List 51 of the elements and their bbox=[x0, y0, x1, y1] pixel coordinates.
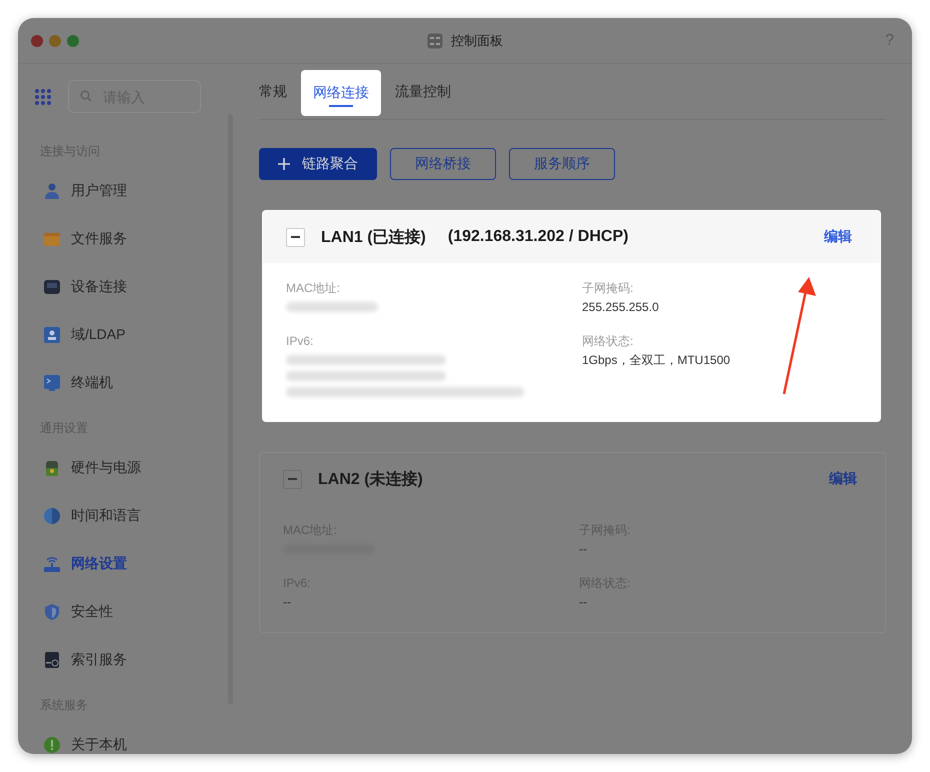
monitor-icon bbox=[43, 374, 61, 392]
sidebar-item[interactable]: 关于本机 bbox=[40, 721, 219, 754]
document-icon bbox=[43, 651, 61, 669]
tab[interactable]: 网络连接 bbox=[301, 70, 381, 116]
apps-grid-icon[interactable] bbox=[34, 88, 52, 106]
field-label: 网络状态: bbox=[582, 333, 634, 350]
toolbar-button[interactable]: 网络桥接 bbox=[390, 148, 496, 180]
user-icon bbox=[43, 182, 61, 200]
maximize-button[interactable] bbox=[67, 34, 79, 46]
sidebar-item[interactable]: 域/LDAP bbox=[40, 311, 219, 359]
toolbar-button[interactable]: 服务顺序 bbox=[509, 148, 615, 180]
sidebar-item[interactable]: 索引服务 bbox=[40, 636, 219, 684]
sidebar-item[interactable]: 文件服务 bbox=[40, 215, 219, 263]
field-value: -- bbox=[283, 594, 292, 611]
router-icon bbox=[43, 555, 61, 573]
field-value: -- bbox=[579, 594, 588, 611]
interface-name: LAN1 (已连接) bbox=[321, 227, 426, 248]
globe-icon bbox=[43, 507, 61, 525]
collapse-toggle[interactable] bbox=[283, 470, 302, 488]
info-icon bbox=[43, 736, 61, 754]
interface-name: LAN2 (未连接) bbox=[318, 469, 423, 490]
field-value: 1Gbps，全双工，MTU1500 bbox=[582, 352, 732, 369]
edit-link[interactable]: 编辑 bbox=[824, 228, 852, 246]
id-card-icon bbox=[43, 326, 61, 344]
sidebar-item[interactable]: 硬件与电源 bbox=[40, 444, 219, 492]
minimize-button[interactable] bbox=[49, 34, 61, 46]
field-value: -- bbox=[579, 541, 588, 558]
field-label: 子网掩码: bbox=[582, 280, 634, 297]
sidebar-item[interactable]: 用户管理 bbox=[40, 167, 219, 215]
close-button[interactable] bbox=[31, 34, 43, 46]
add-button[interactable]: 链路聚合 bbox=[259, 148, 377, 180]
sidebar-item[interactable]: 安全性 bbox=[40, 588, 219, 636]
battery-icon bbox=[43, 459, 61, 477]
interface-address: (192.168.31.202 / DHCP) bbox=[448, 228, 628, 246]
chip-icon bbox=[43, 278, 61, 296]
field-label: MAC地址: bbox=[286, 280, 341, 297]
sidebar-item[interactable]: 终端机 bbox=[40, 359, 219, 407]
tab[interactable]: 流量控制 bbox=[395, 68, 451, 114]
tab[interactable]: 常规 bbox=[259, 68, 287, 114]
window-title: 控制面板 bbox=[451, 32, 503, 50]
plus-icon bbox=[278, 158, 290, 170]
control-panel-icon bbox=[427, 32, 443, 48]
shield-icon bbox=[43, 603, 61, 621]
sidebar-item[interactable]: 网络设置 bbox=[40, 540, 219, 588]
sidebar-item[interactable]: 时间和语言 bbox=[40, 492, 219, 540]
folder-icon bbox=[43, 230, 61, 248]
sidebar-item[interactable]: 设备连接 bbox=[40, 263, 219, 311]
search-icon bbox=[80, 90, 92, 102]
edit-link[interactable]: 编辑 bbox=[829, 470, 857, 488]
field-label: IPv6: bbox=[286, 333, 314, 350]
field-value: 255.255.255.0 bbox=[582, 299, 660, 316]
